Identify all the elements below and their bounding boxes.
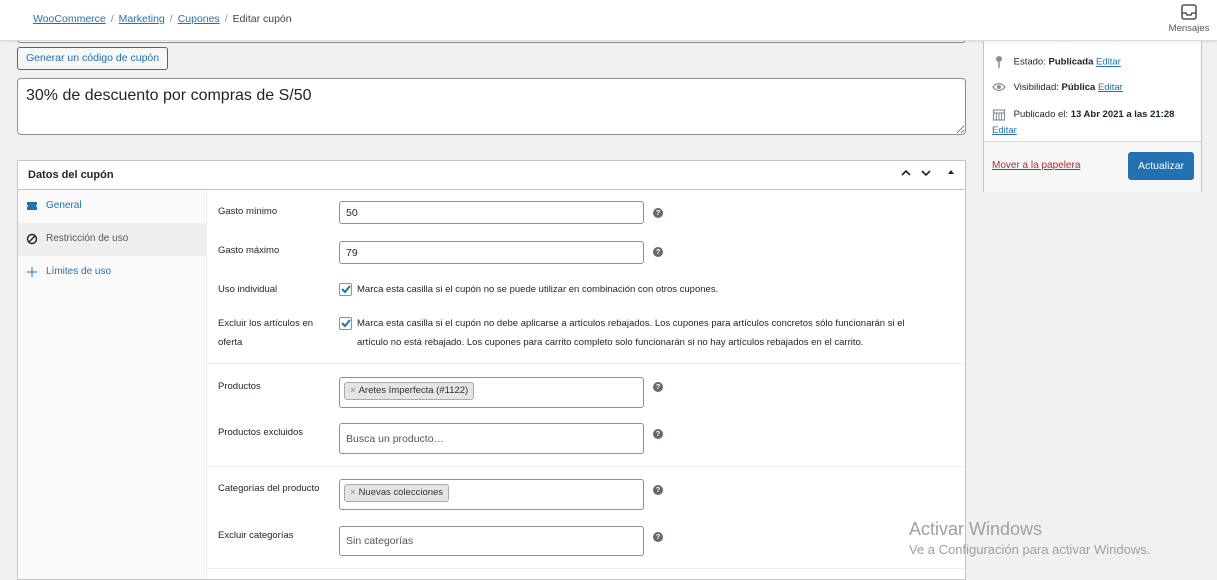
tab-usage-limits[interactable]: Límites de uso: [18, 256, 206, 289]
toggle-panel-button[interactable]: [943, 167, 959, 183]
individual-use-checkbox[interactable]: [339, 283, 352, 296]
checkmark-icon: [341, 319, 351, 328]
move-up-button[interactable]: [898, 167, 914, 183]
breadcrumb-separator: /: [110, 13, 114, 25]
individual-use-description: Marca esta casilla si el cupón no se pue…: [357, 284, 719, 295]
selected-product-tag[interactable]: × Aretes Imperfecta (#1122): [344, 382, 475, 400]
pin-icon: [996, 56, 1002, 68]
help-icon[interactable]: ?: [653, 485, 663, 495]
max-spend-label: Gasto máximo: [218, 245, 280, 256]
published-edit-row: Editar: [992, 125, 1017, 136]
help-icon[interactable]: ?: [653, 532, 663, 542]
coupon-tabs: General Restricción de uso Límites de us…: [18, 190, 207, 579]
product-categories-label: Categorías del producto: [218, 483, 320, 494]
tab-label: Restricción de uso: [46, 233, 129, 244]
publish-actions: Mover a la papelera Actualizar: [984, 141, 1201, 192]
breadcrumb-cupones[interactable]: Cupones: [178, 13, 220, 25]
chevron-up-icon: [901, 169, 911, 176]
breadcrumb-separator: /: [224, 13, 228, 25]
eye-icon: [992, 83, 1006, 92]
breadcrumb-separator: /: [169, 13, 173, 25]
help-icon[interactable]: ?: [653, 429, 663, 439]
products-select[interactable]: × Aretes Imperfecta (#1122): [339, 377, 644, 408]
tab-usage-restriction[interactable]: Restricción de uso: [18, 223, 206, 256]
block-icon: [26, 233, 38, 245]
help-icon[interactable]: ?: [653, 247, 663, 257]
checkmark-icon: [341, 285, 351, 294]
ticket-icon: [27, 202, 37, 210]
visibility-value: Pública: [1061, 82, 1096, 93]
help-icon[interactable]: ?: [653, 382, 663, 392]
caret-up-icon: [948, 170, 954, 174]
min-spend-label: Gasto mínimo: [218, 206, 278, 217]
calendar-icon: [992, 109, 1006, 121]
product-categories-select[interactable]: × Nuevas colecciones: [339, 479, 644, 510]
publish-box: Estado: Publicada Editar Visibilidad: Pú…: [983, 41, 1202, 192]
generate-coupon-code-button[interactable]: Generar un código de cupón: [17, 47, 169, 70]
published-label: Publicado el:: [1013, 109, 1069, 121]
chevron-down-icon: [921, 170, 931, 177]
panel-header: Datos del cupón: [18, 161, 965, 190]
min-spend-input[interactable]: [339, 201, 644, 224]
watermark-subtitle: Ve a Configuración para activar Windows.: [909, 542, 1151, 557]
excluded-products-input[interactable]: [339, 423, 644, 454]
products-label: Productos: [218, 381, 261, 392]
published-row: Publicado el: 13 Abr 2021 a las 21:28: [992, 108, 1174, 121]
coupon-description-textarea[interactable]: 30% de descuento por compras de S/50: [17, 78, 966, 135]
status-label: Estado:: [1013, 56, 1046, 68]
status-row: Estado: Publicada Editar: [992, 55, 1121, 69]
edit-status-link[interactable]: Editar: [1096, 57, 1121, 68]
exclude-sale-description: Marca esta casilla si el cupón no debe a…: [357, 318, 905, 329]
max-spend-input[interactable]: [339, 241, 644, 264]
help-icon[interactable]: ?: [653, 208, 663, 218]
move-down-button[interactable]: [918, 167, 934, 183]
exclude-sale-label-cont: oferta: [218, 337, 243, 348]
remove-tag-icon[interactable]: ×: [350, 487, 356, 498]
status-value: Publicada: [1048, 56, 1094, 68]
move-to-trash-link[interactable]: Mover a la papelera: [992, 160, 1080, 171]
remove-tag-icon[interactable]: ×: [350, 385, 356, 396]
exclude-sale-label: Excluir los artículos en: [218, 318, 314, 329]
inbox-button[interactable]: Mensajes: [1167, 3, 1211, 34]
published-value: 13 Abr 2021 a las 21:28: [1070, 109, 1175, 121]
coupon-data-panel: Datos del cupón General Restricción de u…: [17, 160, 966, 580]
section-divider: [208, 466, 965, 467]
usage-restriction-content: Gasto mínimo ? Gasto máximo ? Uso indivi…: [208, 190, 965, 579]
breadcrumb-marketing[interactable]: Marketing: [119, 13, 165, 25]
visibility-label: Visibilidad:: [1013, 82, 1059, 93]
exclude-categories-label: Excluir categorías: [218, 530, 294, 541]
exclude-sale-checkbox[interactable]: [339, 317, 352, 330]
excluded-products-label: Productos excluidos: [218, 427, 304, 438]
section-divider: [208, 568, 965, 569]
inbox-label: Mensajes: [1168, 23, 1210, 34]
inbox-icon: [1181, 4, 1197, 20]
breadcrumb: WooCommerce / Marketing / Cupones / Editar cup…: [33, 13, 292, 25]
plus-icon: [27, 267, 37, 277]
windows-activation-watermark: Activar Windows Ve a Configuración para …: [909, 519, 1150, 557]
exclude-sale-description-cont: artículo no está rebajado. Los cupones p…: [357, 337, 864, 348]
selected-category-tag[interactable]: × Nuevas colecciones: [344, 484, 450, 502]
update-button[interactable]: Actualizar: [1128, 152, 1194, 180]
selected-product-label: Aretes Imperfecta (#1122): [358, 385, 469, 396]
breadcrumb-woocommerce[interactable]: WooCommerce: [33, 13, 106, 25]
edit-visibility-link[interactable]: Editar: [1098, 82, 1123, 93]
breadcrumb-current: Editar cupón: [232, 13, 292, 25]
individual-use-label: Uso individual: [218, 284, 278, 295]
top-bar: WooCommerce / Marketing / Cupones / Editar cup…: [0, 0, 1217, 41]
tab-label: General: [46, 200, 82, 211]
tab-general[interactable]: General: [18, 190, 206, 223]
edit-published-link[interactable]: Editar: [992, 125, 1017, 136]
visibility-row: Visibilidad: Pública Editar: [992, 82, 1123, 93]
panel-title: Datos del cupón: [28, 169, 114, 181]
section-divider: [208, 363, 965, 364]
selected-category-label: Nuevas colecciones: [358, 487, 444, 498]
watermark-title: Activar Windows: [909, 519, 1043, 539]
exclude-categories-input[interactable]: [339, 526, 644, 556]
tab-label: Límites de uso: [46, 266, 112, 277]
